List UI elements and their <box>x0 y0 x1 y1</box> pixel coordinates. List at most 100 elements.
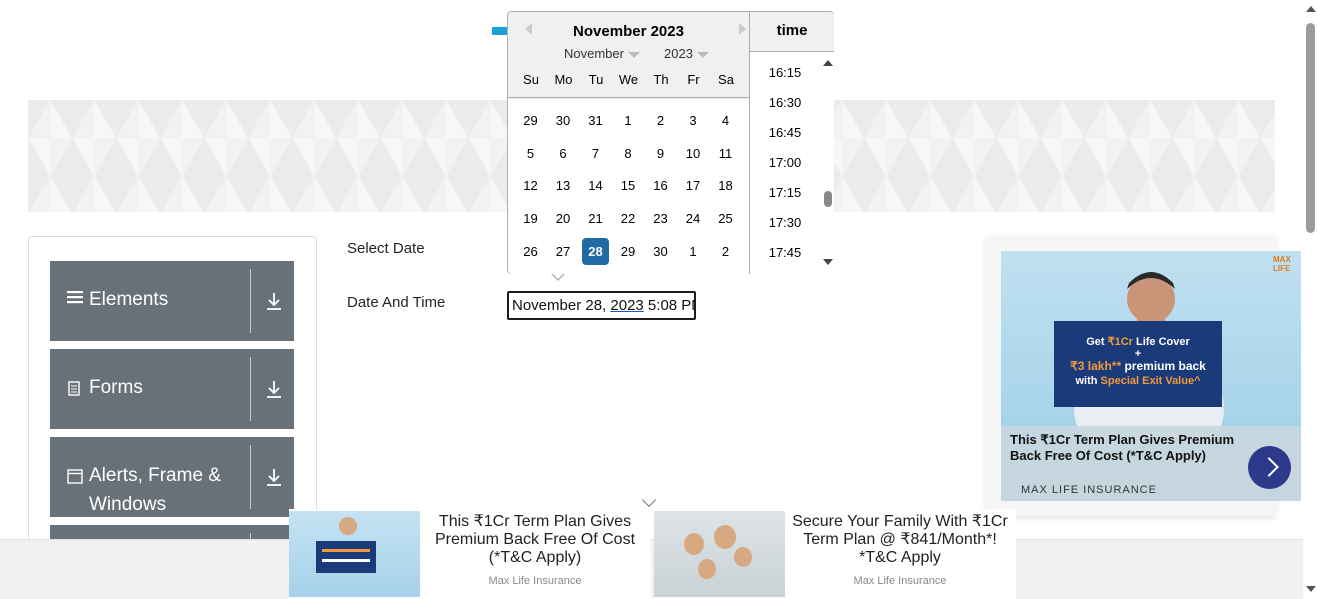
download-icon[interactable] <box>265 291 283 311</box>
download-icon[interactable] <box>265 379 283 399</box>
calendar-day[interactable]: 7 <box>582 140 609 167</box>
time-option[interactable]: 17:30 <box>750 215 820 230</box>
calendar-day[interactable]: 9 <box>647 140 674 167</box>
date-time-input[interactable]: November 28, 2023 5:08 PM <box>507 291 696 320</box>
ad-face <box>734 547 752 567</box>
ad-source: Max Life Insurance <box>853 575 947 587</box>
ad-text[interactable]: This ₹1Cr Term Plan Gives Premium Back F… <box>424 513 646 567</box>
ad-offer-text: with <box>1075 375 1101 387</box>
calendar-day[interactable]: 1 <box>680 238 707 265</box>
ad-offer-box: Get ₹1Cr Life Cover + ₹3 lakh** premium b… <box>1054 321 1222 407</box>
scrollbar-thumb[interactable] <box>1306 23 1315 233</box>
calendar-day[interactable]: 19 <box>517 205 544 232</box>
scroll-down-icon[interactable] <box>1306 586 1316 592</box>
calendar-day[interactable]: 17 <box>680 172 707 199</box>
calendar-day[interactable]: 22 <box>615 205 642 232</box>
calendar-day[interactable]: 20 <box>550 205 577 232</box>
time-scrollbar-thumb[interactable] <box>824 191 832 207</box>
ad-offer-highlight: Special Exit Value^ <box>1100 375 1201 387</box>
calendar-day[interactable]: 2 <box>712 238 739 265</box>
chevron-down-icon <box>696 51 709 58</box>
calendar-day[interactable]: 24 <box>680 205 707 232</box>
calendar-day[interactable]: 8 <box>615 140 642 167</box>
chevron-down-icon[interactable] <box>641 492 657 508</box>
weekday-label: Fr <box>687 72 700 87</box>
selected-day[interactable]: 28 <box>582 237 609 265</box>
next-month-icon[interactable] <box>739 23 746 35</box>
calendar-day[interactable]: 12 <box>517 172 544 199</box>
date-text: November 28, <box>512 297 611 314</box>
ad-offer-line: ₹3 lakh** premium back <box>1054 359 1222 373</box>
month-select[interactable]: November <box>564 46 640 61</box>
month-select-value: November <box>564 46 624 61</box>
calendar-day[interactable]: 16 <box>647 172 674 199</box>
calendar-day[interactable]: 11 <box>712 140 739 167</box>
scroll-up-icon[interactable] <box>823 60 833 66</box>
calendar-day[interactable]: 26 <box>517 238 544 265</box>
calendar-day[interactable]: 10 <box>680 140 707 167</box>
calendar-day[interactable]: 2 <box>647 107 674 134</box>
bottom-ad-2[interactable]: Secure Your Family With ₹1Cr Term Plan @… <box>654 509 1016 599</box>
calendar-day[interactable]: 21 <box>582 205 609 232</box>
ad-offer-line: Get ₹1Cr Life Cover + <box>1054 335 1222 360</box>
calendar-day[interactable]: 23 <box>647 205 674 232</box>
weekday-label: Th <box>653 72 669 87</box>
calendar-day[interactable]: 5 <box>517 140 544 167</box>
days-grid: 29 30 31 1 2 3 4 5 6 7 8 9 10 11 12 13 14 15 16 17 18 19 20 21 2… <box>508 99 749 274</box>
document-icon <box>67 381 81 399</box>
sidebar-group-alerts[interactable]: Alerts, Frame & Windows <box>50 437 294 517</box>
year-select[interactable]: 2023 <box>664 46 709 61</box>
sidebar-group-elements[interactable]: Elements <box>50 261 294 341</box>
time-option[interactable]: 16:15 <box>750 65 820 80</box>
calendar-day[interactable]: 29 <box>615 238 642 265</box>
weekday-label: We <box>618 72 639 87</box>
calendar-day[interactable]: 15 <box>615 172 642 199</box>
chevron-down-icon <box>627 51 640 58</box>
calendar-day[interactable]: 14 <box>582 172 609 199</box>
calendar-day[interactable]: 30 <box>550 107 577 134</box>
scroll-down-icon[interactable] <box>823 259 833 265</box>
calendar-day[interactable]: 1 <box>615 107 642 134</box>
bottom-ad-1[interactable]: This ₹1Cr Term Plan Gives Premium Back F… <box>289 509 651 599</box>
download-icon[interactable] <box>265 467 283 487</box>
calendar-day[interactable]: 29 <box>517 107 544 134</box>
datepicker-popup: November 2023 November 2023 Su Mo Tu We Th Fr… <box>507 11 834 274</box>
calendar-day[interactable]: 13 <box>550 172 577 199</box>
ad-offer-text: Get <box>1086 336 1108 348</box>
page: Elements Forms Alerts, Frame & Windows S… <box>0 0 1318 599</box>
ad-caption-band: This ₹1Cr Term Plan Gives Premium Back F… <box>1001 426 1301 501</box>
ad-banner[interactable]: MAX LIFE Get ₹1Cr Life Cover + ₹3 lakh** … <box>1001 251 1301 501</box>
time-option[interactable]: 16:45 <box>750 125 820 140</box>
ad-text[interactable]: Secure Your Family With ₹1Cr Term Plan @… <box>789 513 1011 567</box>
time-option[interactable]: 17:00 <box>750 155 820 170</box>
weekday-label: Su <box>523 72 539 87</box>
sidebar-group-label: Elements <box>89 289 169 310</box>
calendar-day[interactable]: 31 <box>582 107 609 134</box>
year-text: 2023 <box>610 297 644 314</box>
page-scrollbar[interactable] <box>1303 0 1318 599</box>
ad-thumbnail <box>654 511 785 597</box>
ad-source: Max Life Insurance <box>488 575 582 587</box>
ad-offer-highlight: ₹3 lakh** <box>1070 359 1122 373</box>
sidebar-group-forms[interactable]: Forms <box>50 349 294 429</box>
time-option[interactable]: 17:15 <box>750 185 820 200</box>
calendar-day[interactable]: 3 <box>680 107 707 134</box>
ad-thumbnail-box <box>316 541 376 573</box>
sidebar-group-label: Alerts, Frame & Windows <box>89 465 221 515</box>
arrow-right-icon[interactable] <box>1248 446 1291 489</box>
date-time-label: Date And Time <box>347 294 446 311</box>
scroll-up-icon[interactable] <box>1306 6 1316 12</box>
calendar-day[interactable]: 18 <box>712 172 739 199</box>
time-option[interactable]: 17:45 <box>750 245 820 260</box>
calendar-day[interactable]: 30 <box>647 238 674 265</box>
divider <box>250 445 251 509</box>
calendar-day[interactable]: 27 <box>550 238 577 265</box>
time-option[interactable]: 16:30 <box>750 95 820 110</box>
ad-face <box>684 533 704 555</box>
ad-headline[interactable]: This ₹1Cr Term Plan Gives Premium Back F… <box>1010 432 1250 464</box>
calendar-day[interactable]: 4 <box>712 107 739 134</box>
calendar-day[interactable]: 25 <box>712 205 739 232</box>
calendar-day[interactable]: 6 <box>550 140 577 167</box>
weekday-label: Tu <box>588 72 604 87</box>
sidebar-group-label: Forms <box>89 377 143 398</box>
